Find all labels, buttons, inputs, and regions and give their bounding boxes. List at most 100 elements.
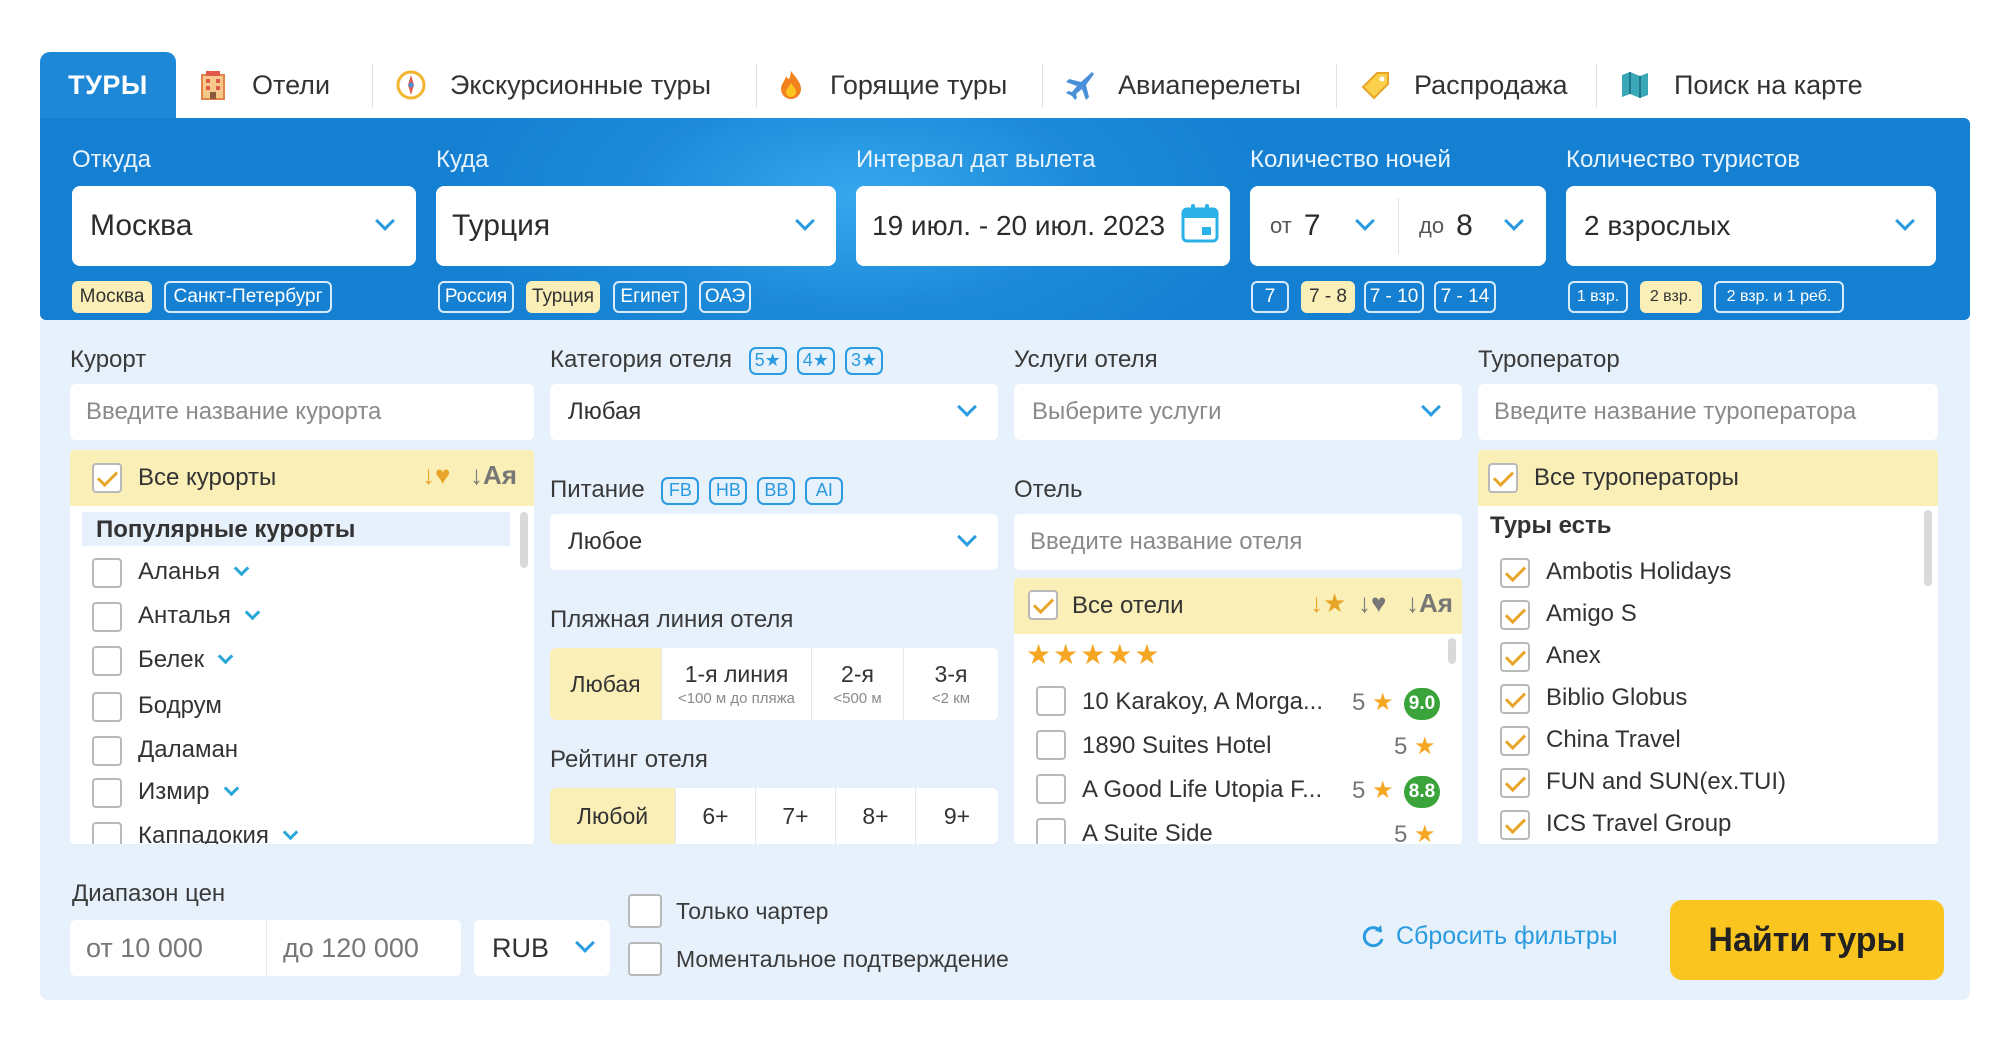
to-quick-uae[interactable]: ОАЭ <box>699 281 751 313</box>
tab-tours[interactable]: ТУРЫ <box>40 52 176 118</box>
reset-filters-button[interactable]: Сбросить фильтры <box>1360 922 1618 951</box>
beach-line-selector: Любая 1-я линия <100 м до пляжа 2-я <500 м… <box>550 648 998 720</box>
rating-option-any[interactable]: Любой <box>550 788 676 844</box>
sort-popular-icon[interactable]: ↓♥ <box>1358 588 1386 619</box>
dates-input[interactable]: 19 июл. - 20 июл. 2023 <box>856 186 1230 266</box>
resort-scrollbar[interactable] <box>520 512 528 568</box>
hotel-list: Все отели ↓★ ↓♥ ↓Ая ★★★★★ 10 Karakoy, A … <box>1014 578 1462 844</box>
hotel-checkbox[interactable] <box>1036 686 1066 716</box>
hotel-all-checkbox[interactable] <box>1028 590 1058 620</box>
meal-hb-badge[interactable]: HB <box>709 476 748 505</box>
price-from-input[interactable]: от 10 000 <box>70 920 266 976</box>
meal-fb-badge[interactable]: FB <box>661 476 700 505</box>
refresh-icon <box>1360 924 1386 950</box>
operator-search-input[interactable]: Введите название туроператора <box>1478 384 1938 440</box>
operator-scrollbar[interactable] <box>1924 510 1932 586</box>
hotel-checkbox[interactable] <box>1036 818 1066 844</box>
resort-item: Аланья <box>138 558 250 586</box>
nights-from-select[interactable]: от 7 <box>1250 186 1398 266</box>
tourists-quick-2[interactable]: 2 взр. <box>1640 281 1702 313</box>
meal-ai-badge[interactable]: AI <box>805 476 844 505</box>
tourists-select[interactable]: 2 взрослых <box>1566 186 1936 266</box>
operator-checkbox[interactable] <box>1500 684 1530 714</box>
tab-map-search[interactable]: Поиск на карте <box>1618 52 1863 118</box>
tourists-quick-1[interactable]: 1 взр. <box>1568 281 1628 313</box>
resort-checkbox[interactable] <box>92 822 122 844</box>
resort-checkbox[interactable] <box>92 778 122 808</box>
hotel-checkbox[interactable] <box>1036 730 1066 760</box>
category-select[interactable]: Любая <box>550 384 998 440</box>
tab-divider <box>372 64 373 108</box>
find-tours-button[interactable]: Найти туры <box>1670 900 1944 980</box>
instant-checkbox[interactable] <box>628 942 662 976</box>
operator-checkbox[interactable] <box>1500 642 1530 672</box>
fire-icon <box>774 68 808 102</box>
resort-checkbox[interactable] <box>92 558 122 588</box>
chevron-down-icon <box>375 211 395 231</box>
nights-quick-7-14[interactable]: 7 - 14 <box>1434 281 1496 313</box>
resort-checkbox[interactable] <box>92 736 122 766</box>
operator-checkbox[interactable] <box>1500 768 1530 798</box>
operator-item: FUN and SUN(ex.TUI) <box>1546 768 1787 795</box>
price-to-input[interactable]: до 120 000 <box>267 920 461 976</box>
nights-quick-7[interactable]: 7 <box>1251 281 1289 313</box>
from-select[interactable]: Москва <box>72 186 416 266</box>
operator-item: Anex <box>1546 642 1601 669</box>
hotel-label: Отель <box>1014 476 1083 503</box>
tab-hotels[interactable]: Отели <box>196 52 330 118</box>
sort-popular-icon[interactable]: ↓♥ <box>422 460 450 491</box>
currency-select[interactable]: RUB <box>474 920 610 976</box>
nights-quick-7-8[interactable]: 7 - 8 <box>1301 281 1355 313</box>
resort-all-checkbox[interactable] <box>92 463 122 493</box>
from-label: Откуда <box>72 146 151 173</box>
beach-option-third[interactable]: 3-я <2 км <box>904 648 998 720</box>
star-icon: ★ <box>1372 689 1394 716</box>
tourists-quick-2-1[interactable]: 2 взр. и 1 реб. <box>1714 281 1844 313</box>
hotel-checkbox[interactable] <box>1036 774 1066 804</box>
sort-alpha-icon[interactable]: ↓Ая <box>1406 588 1453 619</box>
to-quick-russia[interactable]: Россия <box>438 281 514 313</box>
operator-all-checkbox[interactable] <box>1488 463 1518 493</box>
to-quick-egypt[interactable]: Египет <box>613 281 687 313</box>
resort-checkbox[interactable] <box>92 646 122 676</box>
hotel-item-stars: 5 ★ <box>1352 777 1394 804</box>
to-quick-turkey[interactable]: Турция <box>526 281 600 313</box>
beach-option-second[interactable]: 2-я <500 м <box>812 648 904 720</box>
nights-quick-7-10[interactable]: 7 - 10 <box>1364 281 1424 313</box>
beach-option-first[interactable]: 1-я линия <100 м до пляжа <box>662 648 812 720</box>
tab-flights[interactable]: Авиаперелеты <box>1062 52 1301 118</box>
tab-hot-tours[interactable]: Горящие туры <box>774 52 1007 118</box>
from-quick-spb[interactable]: Санкт-Петербург <box>164 281 332 313</box>
category-3-badge[interactable]: 3★ <box>844 346 884 375</box>
services-select[interactable]: Выберите услуги <box>1014 384 1462 440</box>
tab-sale[interactable]: Распродажа <box>1358 52 1568 118</box>
resort-checkbox[interactable] <box>92 692 122 722</box>
tab-excursions[interactable]: Экскурсионные туры <box>394 52 711 118</box>
operator-checkbox[interactable] <box>1500 726 1530 756</box>
from-quick-moscow[interactable]: Москва <box>72 281 152 313</box>
hotel-scrollbar[interactable] <box>1448 638 1456 664</box>
category-5-badge[interactable]: 5★ <box>748 346 787 375</box>
rating-option-9[interactable]: 9+ <box>916 788 998 844</box>
charter-checkbox[interactable] <box>628 894 662 928</box>
beach-option-any[interactable]: Любая <box>550 648 662 720</box>
resort-search-input[interactable]: Введите название курорта <box>70 384 534 440</box>
hotel-search-input[interactable]: Введите название отеля <box>1014 514 1462 570</box>
rating-option-8[interactable]: 8+ <box>836 788 916 844</box>
meal-bb-badge[interactable]: BB <box>757 476 796 505</box>
operator-checkbox[interactable] <box>1500 810 1530 840</box>
meal-select[interactable]: Любое <box>550 514 998 570</box>
rating-option-6[interactable]: 6+ <box>676 788 756 844</box>
to-select[interactable]: Турция <box>436 186 836 266</box>
chevron-down-icon <box>1504 211 1524 231</box>
sort-stars-icon[interactable]: ↓★ <box>1310 588 1346 619</box>
hotel-item-name: A Good Life Utopia F... <box>1082 776 1323 803</box>
category-4-badge[interactable]: 4★ <box>796 346 835 375</box>
operator-checkbox[interactable] <box>1500 600 1530 630</box>
sort-alpha-icon[interactable]: ↓Ая <box>470 460 517 491</box>
resort-checkbox[interactable] <box>92 602 122 632</box>
nights-to-select[interactable]: до 8 <box>1399 186 1546 266</box>
operator-checkbox[interactable] <box>1500 558 1530 588</box>
rating-option-7[interactable]: 7+ <box>756 788 836 844</box>
plane-icon <box>1062 68 1096 102</box>
